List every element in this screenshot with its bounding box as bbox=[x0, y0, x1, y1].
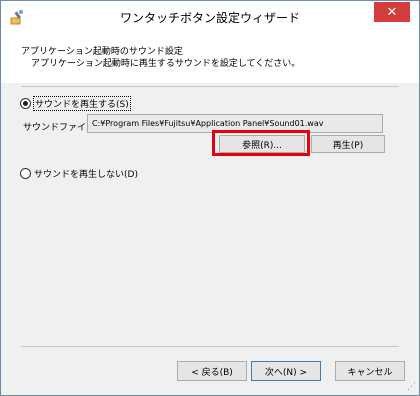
back-button[interactable]: < 戻る(B) bbox=[177, 361, 247, 381]
close-icon: ✕ bbox=[386, 4, 398, 19]
no-sound-option[interactable]: サウンドを再生しない(D) bbox=[20, 167, 138, 180]
browse-button[interactable]: 参照(R)... bbox=[219, 135, 305, 153]
play-sound-radio[interactable] bbox=[20, 98, 31, 109]
footer-divider bbox=[21, 346, 399, 347]
title-bar: ワンタッチボタン設定ウィザード ✕ bbox=[1, 1, 419, 33]
close-button[interactable]: ✕ bbox=[374, 2, 410, 22]
header-divider bbox=[21, 86, 399, 87]
play-button[interactable]: 再生(P) bbox=[311, 135, 385, 153]
wizard-header: アプリケーション起動時のサウンド設定 アプリケーション起動時に再生するサウンドを… bbox=[1, 33, 419, 83]
play-sound-label[interactable]: サウンドを再生する(S) bbox=[33, 96, 131, 111]
no-sound-label[interactable]: サウンドを再生しない(D) bbox=[34, 167, 138, 180]
no-sound-radio[interactable] bbox=[20, 168, 31, 179]
play-sound-option[interactable]: サウンドを再生する(S) bbox=[20, 96, 131, 111]
window-title: ワンタッチボタン設定ウィザード bbox=[119, 11, 300, 25]
resize-grip-icon[interactable]: ⋰ bbox=[406, 382, 416, 392]
wizard-window: ワンタッチボタン設定ウィザード ✕ アプリケーション起動時のサウンド設定 アプリ… bbox=[0, 0, 420, 396]
sound-file-field[interactable] bbox=[87, 114, 383, 133]
header-description: アプリケーション起動時に再生するサウンドを設定してください。 bbox=[31, 59, 301, 69]
next-button[interactable]: 次へ(N) > bbox=[251, 361, 321, 381]
cancel-button[interactable]: キャンセル bbox=[335, 361, 405, 381]
